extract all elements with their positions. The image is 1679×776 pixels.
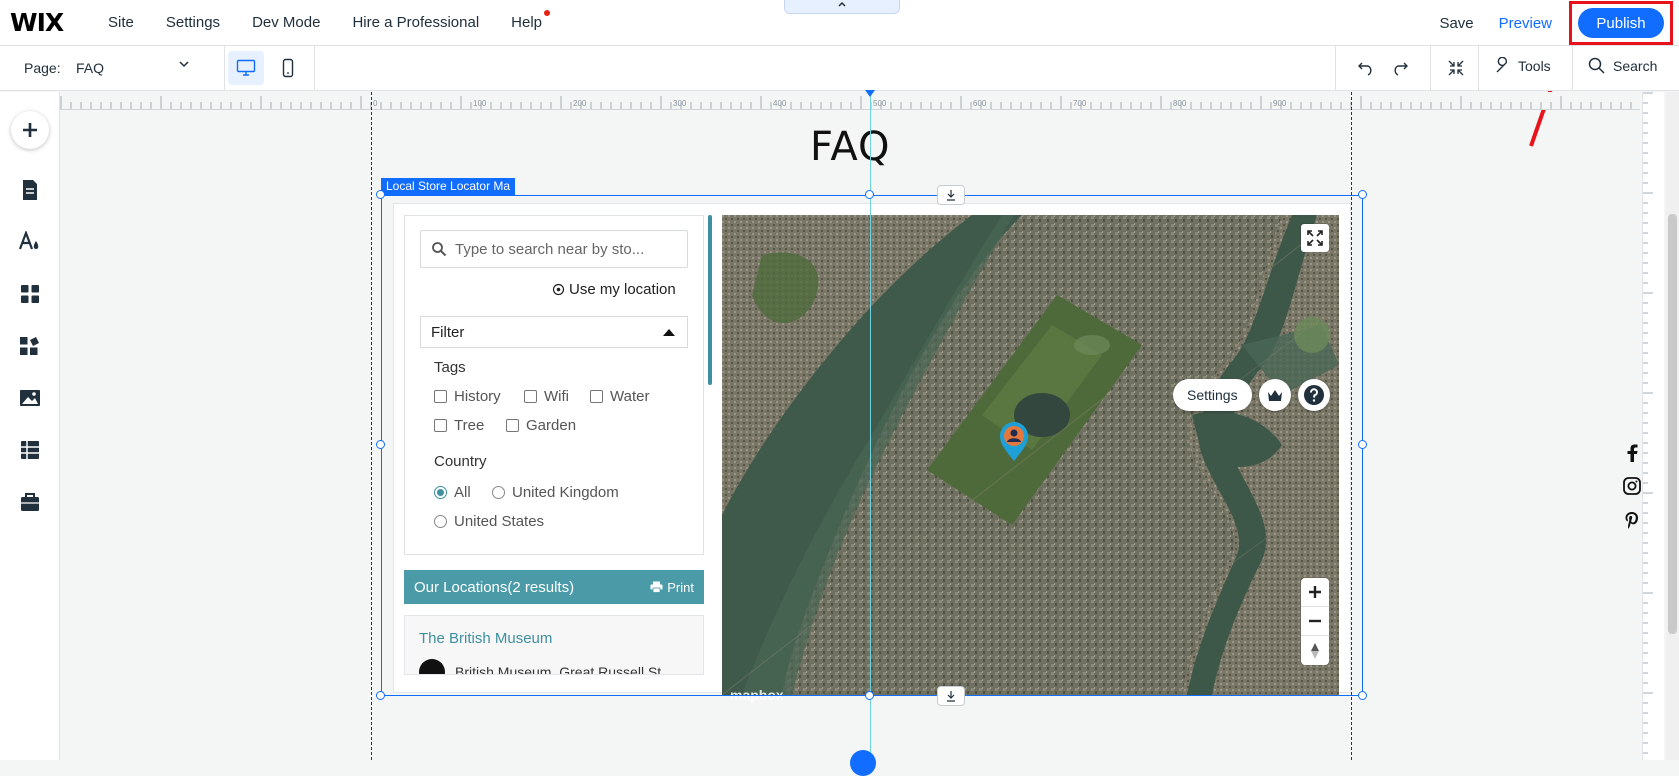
resize-handle-tc[interactable] bbox=[865, 190, 874, 199]
zoom-out-button[interactable] bbox=[1444, 56, 1468, 80]
resize-handle-mr[interactable] bbox=[1358, 440, 1367, 449]
collapse-toolbar-tab[interactable] bbox=[784, 0, 900, 14]
question-icon bbox=[1304, 385, 1324, 405]
apps-icon bbox=[21, 285, 39, 303]
divider bbox=[224, 46, 225, 91]
scrollbar-thumb[interactable] bbox=[1668, 214, 1677, 634]
page-title[interactable]: FAQ bbox=[810, 124, 890, 170]
guide-marker bbox=[865, 90, 875, 97]
mobile-icon bbox=[282, 58, 294, 78]
business-button[interactable] bbox=[10, 326, 50, 366]
design-icon bbox=[18, 231, 39, 250]
divider bbox=[1572, 46, 1573, 91]
add-elements-button[interactable] bbox=[10, 110, 50, 150]
top-right-actions: Save Preview Publish bbox=[1422, 0, 1679, 46]
save-button[interactable]: Save bbox=[1422, 15, 1490, 32]
stretch-top-button[interactable] bbox=[937, 185, 965, 205]
plus-icon bbox=[11, 111, 49, 149]
media-icon bbox=[20, 390, 40, 406]
search-icon bbox=[1588, 57, 1605, 74]
nav-help-label: Help bbox=[511, 14, 543, 31]
tools-label: Tools bbox=[1518, 58, 1551, 74]
notification-dot bbox=[544, 10, 551, 16]
divider bbox=[1478, 46, 1479, 91]
redo-button[interactable] bbox=[1388, 56, 1412, 80]
resize-handle-bl[interactable] bbox=[376, 691, 385, 700]
chevron-down-icon[interactable] bbox=[178, 58, 190, 73]
top-nav: Site Settings Dev Mode Hire a Profession… bbox=[92, 10, 558, 31]
vertical-ruler-ticks bbox=[1643, 92, 1653, 754]
divider bbox=[1430, 46, 1431, 91]
nav-hire-professional[interactable]: Hire a Professional bbox=[336, 14, 495, 31]
facebook-icon[interactable] bbox=[1622, 443, 1642, 463]
preview-button[interactable]: Preview bbox=[1491, 15, 1569, 32]
page-selector[interactable]: FAQ bbox=[76, 60, 104, 76]
stretch-bottom-button[interactable] bbox=[937, 686, 965, 706]
widget-selection-frame[interactable] bbox=[381, 195, 1363, 696]
pinterest-icon[interactable] bbox=[1622, 510, 1642, 530]
resize-handle-tl[interactable] bbox=[376, 190, 385, 199]
desktop-icon bbox=[236, 59, 256, 76]
upgrade-button[interactable] bbox=[1259, 379, 1291, 411]
media-button[interactable] bbox=[10, 378, 50, 418]
cms-button[interactable] bbox=[10, 430, 50, 470]
undo-button[interactable] bbox=[1354, 56, 1378, 80]
resize-handle-tr[interactable] bbox=[1358, 190, 1367, 199]
search-label: Search bbox=[1613, 57, 1658, 74]
download-arrow-icon bbox=[947, 190, 955, 201]
cms-icon bbox=[21, 441, 39, 459]
apps-button[interactable] bbox=[10, 274, 50, 314]
publish-button[interactable]: Publish bbox=[1578, 8, 1664, 38]
briefcase-icon bbox=[21, 493, 39, 511]
pages-button[interactable] bbox=[10, 170, 50, 210]
add-section-button[interactable] bbox=[850, 750, 876, 776]
business-icon bbox=[20, 337, 39, 355]
desktop-view-button[interactable] bbox=[228, 51, 264, 85]
crown-icon bbox=[1268, 390, 1282, 401]
nav-settings[interactable]: Settings bbox=[150, 14, 236, 31]
instagram-icon[interactable] bbox=[1622, 476, 1642, 496]
design-button[interactable] bbox=[10, 222, 50, 262]
widget-name-tag: Local Store Locator Ma bbox=[381, 178, 516, 195]
nav-help[interactable]: Help bbox=[495, 10, 558, 31]
nav-dev-mode[interactable]: Dev Mode bbox=[236, 14, 336, 31]
tools-button[interactable]: Tools bbox=[1494, 57, 1551, 75]
chevron-up-icon bbox=[838, 1, 846, 7]
vertical-scrollbar[interactable] bbox=[1666, 92, 1679, 760]
redo-icon bbox=[1394, 62, 1408, 76]
top-bar: WIX Site Settings Dev Mode Hire a Profes… bbox=[0, 0, 1679, 46]
collapse-icon bbox=[1448, 60, 1464, 76]
divider bbox=[1335, 46, 1336, 91]
mobile-view-button[interactable] bbox=[272, 51, 304, 85]
left-rail bbox=[0, 92, 60, 760]
download-arrow-icon bbox=[947, 691, 955, 702]
resize-handle-br[interactable] bbox=[1358, 691, 1367, 700]
nav-site[interactable]: Site bbox=[92, 14, 150, 31]
portfolio-button[interactable] bbox=[10, 482, 50, 522]
divider bbox=[314, 46, 315, 91]
vertical-ruler bbox=[1642, 92, 1664, 760]
resize-handle-ml[interactable] bbox=[376, 440, 385, 449]
help-button[interactable] bbox=[1298, 379, 1330, 411]
search-button[interactable]: Search bbox=[1588, 57, 1657, 74]
publish-highlight-box: Publish bbox=[1569, 1, 1673, 45]
editor-toolbar: Page: FAQ Tools Search bbox=[0, 46, 1679, 91]
pages-icon bbox=[23, 180, 37, 200]
wrench-icon bbox=[1496, 57, 1508, 73]
wix-logo[interactable]: WIX bbox=[10, 8, 92, 37]
page-label: Page: bbox=[24, 60, 61, 76]
undo-icon bbox=[1358, 62, 1372, 76]
resize-handle-bc[interactable] bbox=[865, 691, 874, 700]
widget-settings-button[interactable]: Settings bbox=[1173, 379, 1252, 411]
